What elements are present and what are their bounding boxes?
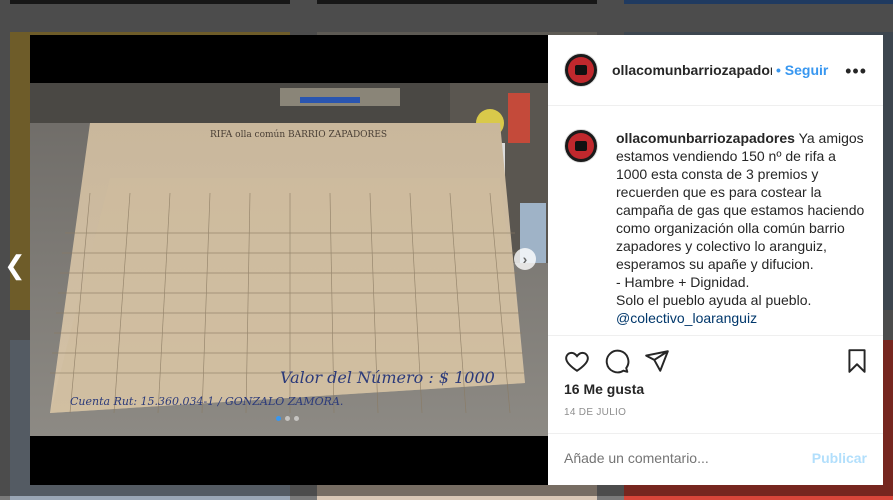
avatar-logo-icon [568,57,594,83]
heart-icon[interactable] [564,348,590,374]
post-modal: RIFA olla común BARRIO ZAPADORES Valor d… [30,35,883,485]
bookmark-icon[interactable] [844,348,870,374]
caption-line: recuerden que es para costear la [616,184,822,200]
caption-line: 1000 esta consta de 3 premios y [616,166,819,182]
comment-icon[interactable] [604,348,630,374]
follow-label: Seguir [784,62,829,78]
post-date[interactable]: 14 DE JULIO [564,407,626,418]
share-icon[interactable] [644,348,670,374]
caption-line: - Hambre + Dignidad. [616,274,750,290]
follow-separator: • [776,62,781,78]
photo-title-text: RIFA olla común BARRIO ZAPADORES [210,129,387,140]
post-header: ollacomunbarriozapador • Seguir ••• [548,35,883,106]
next-image-arrow-icon[interactable]: › [514,248,536,270]
photo-cuenta-text: Cuenta Rut: 15.360.034-1 / GONZALO ZAMOR… [70,395,343,408]
post-photo: RIFA olla común BARRIO ZAPADORES Valor d… [30,83,548,436]
post-sidebar: ollacomunbarriozapador • Seguir ••• olla… [548,35,883,485]
caption-mention-link[interactable]: @colectivo_loaranguiz [616,309,874,327]
comment-input[interactable] [564,450,784,466]
caption-text: ollacomunbarriozapadores Ya amigos estam… [616,129,874,327]
caption-line: zapadores y colectivo lo aranguiz, [616,238,827,254]
photo-valor-text: Valor del Número : $ 1000 [280,368,495,387]
carousel-dot [294,416,299,421]
follow-button[interactable]: • Seguir [776,62,828,78]
post-caption: ollacomunbarriozapadores Ya amigos estam… [564,129,874,327]
caption-avatar[interactable] [564,129,598,163]
carousel-dot [276,416,281,421]
carousel-indicator [276,416,299,421]
avatar-logo-icon [568,133,594,159]
post-actions [548,335,883,386]
carousel-dot [285,416,290,421]
caption-line: como organización olla común barrio [616,220,845,236]
likes-count[interactable]: 16 Me gusta [564,381,644,397]
avatar[interactable] [564,53,598,87]
publish-button[interactable]: Publicar [812,450,867,466]
caption-line: esperamos su apañe y difucion. [616,256,814,272]
more-options-icon[interactable]: ••• [845,61,867,82]
caption-line: Ya amigos [798,130,864,146]
header-username[interactable]: ollacomunbarriozapador [612,62,772,78]
caption-line: Solo el pueblo ayuda al pueblo. [616,292,812,308]
comment-bar: Publicar [548,433,883,486]
caption-username[interactable]: ollacomunbarriozapadores [616,130,795,146]
post-media[interactable]: RIFA olla común BARRIO ZAPADORES Valor d… [30,35,548,485]
caption-line: campaña de gas que estamos haciendo [616,202,865,218]
caption-line: estamos vendiendo 150 nº de rifa a [616,148,836,164]
previous-post-arrow-icon[interactable]: ❮ [4,250,26,281]
